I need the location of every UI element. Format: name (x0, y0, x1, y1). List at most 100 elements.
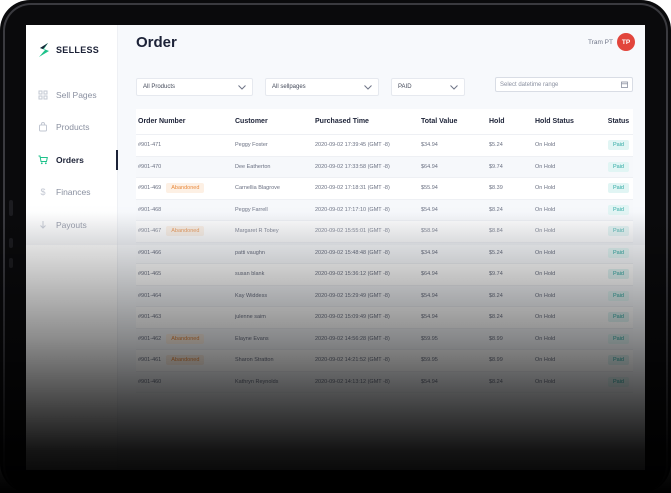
hold-cell: $8.24 (489, 378, 503, 385)
table-row[interactable]: #901-468 Peggy Farrell 2020-09-02 17:17:10… (136, 199, 633, 221)
column-header[interactable]: Purchased Time (315, 118, 421, 125)
hold-status-cell: On Hold (535, 228, 556, 235)
status-cell: Paid (604, 247, 633, 258)
order-number[interactable]: #901-468 (138, 207, 161, 213)
chevron-down-icon (238, 84, 246, 90)
purchased-time-cell: 2020-09-02 15:09:49 (GMT -8) (315, 314, 390, 321)
order-number[interactable]: #901-465 (138, 271, 161, 277)
column-header[interactable]: Customer (235, 118, 315, 125)
status-cell: Paid (604, 333, 633, 344)
order-number[interactable]: #901-466 (138, 250, 161, 256)
sellpages-filter-select[interactable]: All sellpages (265, 78, 379, 96)
table-row[interactable]: #901-465 susan blank 2020-09-02 15:36:12 (… (136, 264, 633, 286)
hold-status-cell: On Hold (535, 249, 556, 256)
status-filter-select[interactable]: PAID (391, 78, 465, 96)
chevron-down-icon (364, 84, 372, 90)
table-row[interactable]: #901-461 Abandoned Sharon Stratton 2020-09-… (136, 350, 633, 372)
order-number[interactable]: #901-461 (138, 357, 161, 363)
datetime-range-input[interactable]: Select datetime range (495, 77, 633, 92)
hold-cell: $9.74 (489, 163, 503, 170)
sidebar-item-label: Products (56, 122, 90, 132)
total-value-cell: $58.94 (421, 228, 438, 235)
order-number-cell: #901-463 (136, 314, 235, 320)
status-cell: Paid (604, 376, 633, 387)
avatar: TP (617, 33, 635, 51)
sidebar-item-finances[interactable]: $ Finances (26, 184, 118, 200)
hold-status-cell: On Hold (535, 314, 556, 321)
column-header[interactable]: Hold (489, 118, 535, 125)
order-number-cell: #901-468 (136, 207, 235, 213)
total-value-cell: $64.94 (421, 271, 438, 278)
order-number[interactable]: #901-469 (138, 185, 161, 191)
table-row[interactable]: #901-466 patti vaughn 2020-09-02 15:48:48 … (136, 242, 633, 264)
main-content: Order Tram PT TP All Products All sellpa… (118, 25, 645, 470)
customer-cell: Peggy Farrell (235, 206, 268, 213)
order-number[interactable]: #901-463 (138, 314, 161, 320)
status-badge: Paid (607, 355, 629, 366)
purchased-time-cell: 2020-09-02 15:55:01 (GMT -8) (315, 228, 390, 235)
order-number[interactable]: #901-471 (138, 142, 161, 148)
table-row[interactable]: #901-462 Abandoned Elayne Evans 2020-09-02 … (136, 328, 633, 350)
status-badge: Paid (607, 333, 629, 344)
sidebar-item-label: Payouts (56, 220, 87, 230)
products-filter-select[interactable]: All Products (136, 78, 253, 96)
sidebar-item-orders[interactable]: Orders (26, 150, 118, 170)
order-number[interactable]: #901-460 (138, 379, 161, 385)
column-header[interactable]: Total Value (421, 118, 489, 125)
column-header[interactable]: Order Number (136, 118, 235, 125)
hold-status-cell: On Hold (535, 206, 556, 213)
customer-cell: patti vaughn (235, 249, 265, 256)
hold-cell: $8.24 (489, 314, 503, 321)
order-number-cell: #901-471 (136, 142, 235, 148)
table-row[interactable]: #901-467 Abandoned Margaret R Tobey 2020-09… (136, 221, 633, 243)
table-row[interactable]: #901-463 julenne saim 2020-09-02 15:09:49 … (136, 307, 633, 329)
user-menu[interactable]: Tram PT TP (588, 33, 635, 51)
purchased-time-cell: 2020-09-02 17:33:58 (GMT -8) (315, 163, 390, 170)
status-badge: Paid (607, 269, 629, 280)
sidebar-item-label: Sell Pages (56, 90, 97, 100)
total-value-cell: $55.94 (421, 185, 438, 192)
order-number-cell: #901-466 (136, 250, 235, 256)
total-value-cell: $59.95 (421, 357, 438, 364)
order-number[interactable]: #901-470 (138, 164, 161, 170)
sidebar-item-label: Orders (56, 155, 84, 165)
total-value-cell: $54.94 (421, 206, 438, 213)
purchased-time-cell: 2020-09-02 17:39:45 (GMT -8) (315, 142, 390, 149)
order-number-cell: #901-461 Abandoned (136, 355, 235, 366)
status-badge: Paid (607, 226, 629, 237)
abandoned-badge: Abandoned (166, 333, 205, 344)
hold-cell: $8.99 (489, 335, 503, 342)
order-number[interactable]: #901-467 (138, 228, 161, 234)
sidebar-item-payouts[interactable]: Payouts (26, 217, 118, 233)
bag-icon (38, 122, 48, 132)
datetime-range-placeholder: Select datetime range (500, 81, 559, 88)
table-row[interactable]: #901-464 Kay Widdess 2020-09-02 15:29:49 (… (136, 285, 633, 307)
logo[interactable]: SELLESS (37, 42, 99, 58)
sidebar: SELLESS Sell Pages Products Orders $ Fin… (26, 25, 118, 470)
sidebar-item-products[interactable]: Products (26, 119, 118, 135)
hold-cell: $5.24 (489, 249, 503, 256)
table-row[interactable]: #901-471 Peggy Foster 2020-09-02 17:39:45 … (136, 135, 633, 157)
table-row[interactable]: #901-460 Kathryn Reynolds 2020-09-02 14:13… (136, 371, 633, 393)
customer-cell: Kathryn Reynolds (235, 378, 279, 385)
customer-cell: Margaret R Tobey (235, 228, 279, 235)
column-header[interactable]: Hold Status (535, 118, 604, 125)
dollar-icon: $ (40, 187, 46, 197)
user-name: Tram PT (587, 38, 613, 46)
total-value-cell: $64.94 (421, 163, 438, 170)
status-badge: Paid (607, 140, 629, 151)
order-number-cell: #901-460 (136, 379, 235, 385)
table-row[interactable]: #901-469 Abandoned Carnellia Blagrove 2020-… (136, 178, 633, 200)
abandoned-badge: Abandoned (166, 355, 205, 366)
order-number[interactable]: #901-464 (138, 293, 161, 299)
tablet-side-button (9, 258, 13, 268)
app-screen: SELLESS Sell Pages Products Orders $ Fin… (26, 25, 645, 470)
column-header[interactable]: Status (604, 118, 633, 125)
table-header: Order Number Customer Purchased Time Tot… (136, 109, 633, 135)
order-number[interactable]: #901-462 (138, 336, 161, 342)
table-row[interactable]: #901-470 Dee Eatherton 2020-09-02 17:33:58… (136, 156, 633, 178)
sidebar-item-sell-pages[interactable]: Sell Pages (26, 87, 118, 103)
status-cell: Paid (604, 183, 633, 194)
hold-status-cell: On Hold (535, 378, 556, 385)
status-cell: Paid (604, 290, 633, 301)
